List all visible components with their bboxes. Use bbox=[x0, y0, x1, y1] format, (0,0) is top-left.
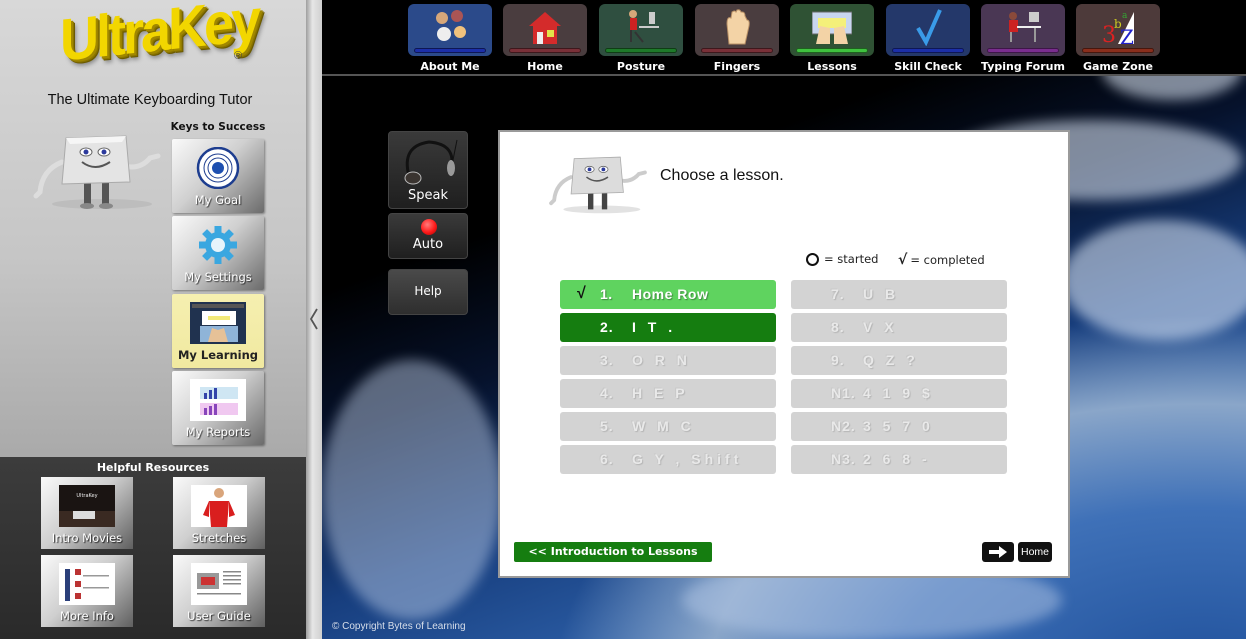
lesson-8[interactable]: 8. V X bbox=[791, 313, 1007, 342]
mascot-key-icon bbox=[33, 135, 161, 209]
info-thumbnail bbox=[59, 563, 115, 605]
logo-text: UltraKey bbox=[60, 0, 259, 75]
copyright-text: © Copyright Bytes of Learning bbox=[332, 621, 466, 632]
learning-thumbnail bbox=[190, 302, 246, 344]
my-goal-button[interactable]: My Goal bbox=[172, 139, 264, 213]
speak-label: Speak bbox=[408, 188, 448, 203]
user-guide-label: User Guide bbox=[187, 609, 251, 623]
my-settings-button[interactable]: My Settings bbox=[172, 216, 264, 290]
nav-lessons[interactable]: Lessons bbox=[790, 4, 874, 76]
introduction-to-lessons-button[interactable]: << Introduction to Lessons bbox=[514, 542, 712, 562]
reports-thumbnail bbox=[190, 379, 246, 421]
lesson-n2[interactable]: N2. 3 5 7 0 bbox=[791, 412, 1007, 441]
forum-icon bbox=[1009, 12, 1041, 42]
stretches-button[interactable]: Stretches bbox=[173, 477, 265, 549]
nav-game-zone[interactable]: 3 b Z a Game Zone bbox=[1076, 4, 1160, 76]
lesson-5[interactable]: 5. W M C bbox=[560, 412, 776, 441]
nav-typing-forum-label: Typing Forum bbox=[981, 60, 1065, 73]
lesson-n1[interactable]: N1. 4 1 9 $ bbox=[791, 379, 1007, 408]
my-learning-label: My Learning bbox=[177, 348, 259, 362]
helpful-resources-title: Helpful Resources bbox=[96, 461, 210, 474]
speak-button[interactable]: Speak bbox=[388, 131, 468, 209]
help-label: Help bbox=[414, 284, 442, 298]
sidebar-collapse-handle[interactable] bbox=[306, 0, 322, 639]
svg-text:UltraKey: UltraKey bbox=[76, 493, 97, 499]
lesson-2[interactable]: 2. I T . bbox=[560, 313, 776, 342]
my-learning-button[interactable]: My Learning bbox=[172, 294, 264, 368]
nav-home[interactable]: Home bbox=[503, 4, 587, 76]
guide-thumbnail bbox=[191, 563, 247, 605]
completed-check-icon: √ bbox=[577, 285, 586, 302]
auto-button[interactable]: Auto bbox=[388, 213, 468, 259]
tagline: The Ultimate Keyboarding Tutor bbox=[47, 92, 253, 108]
my-goal-label: My Goal bbox=[194, 193, 242, 207]
nav-posture[interactable]: Posture bbox=[599, 4, 683, 76]
my-reports-label: My Reports bbox=[185, 425, 251, 439]
intro-movies-label: Intro Movies bbox=[51, 531, 123, 545]
nav-typing-forum[interactable]: Typing Forum bbox=[981, 4, 1065, 76]
lesson-n3[interactable]: N3. 2 6 8 - bbox=[791, 445, 1007, 474]
nav-skill-check[interactable]: Skill Check bbox=[886, 4, 970, 76]
people-icon bbox=[436, 10, 466, 41]
main-stage: About Me Home Posture Fingers Lessons Sk… bbox=[322, 0, 1246, 639]
svg-text:a: a bbox=[1122, 11, 1128, 21]
nav-about-me[interactable]: About Me bbox=[408, 4, 492, 76]
nav-fingers[interactable]: Fingers bbox=[695, 4, 779, 76]
my-reports-button[interactable]: My Reports bbox=[172, 371, 264, 445]
auto-indicator-icon bbox=[421, 219, 437, 235]
house-icon bbox=[529, 12, 561, 44]
started-circle-icon bbox=[806, 252, 819, 266]
help-button[interactable]: Help bbox=[388, 269, 468, 315]
completed-check-icon: √ bbox=[898, 252, 908, 268]
movie-thumbnail: UltraKey bbox=[59, 485, 115, 527]
svg-text:Z: Z bbox=[1120, 25, 1134, 46]
legend-completed: √ = completed bbox=[898, 252, 985, 268]
choose-lesson-prompt: Choose a lesson. bbox=[660, 167, 784, 184]
target-icon bbox=[196, 147, 240, 189]
stretches-label: Stretches bbox=[191, 531, 247, 545]
nav-skill-check-label: Skill Check bbox=[894, 60, 962, 73]
sidebar: UltraKey ® The Ultimate Keyboarding Tuto… bbox=[0, 0, 306, 639]
home-button[interactable]: Home bbox=[1018, 542, 1052, 562]
lesson-9[interactable]: 9. Q Z ? bbox=[791, 346, 1007, 375]
keys-to-success-title: Keys to Success bbox=[170, 121, 266, 133]
lesson-6[interactable]: 6. G Y , Shift bbox=[560, 445, 776, 474]
nav-about-me-label: About Me bbox=[420, 60, 480, 73]
chevron-left-icon bbox=[309, 308, 318, 330]
registered-mark: ® bbox=[234, 50, 243, 62]
nav-lessons-label: Lessons bbox=[807, 60, 857, 73]
nav-home-label: Home bbox=[527, 60, 563, 73]
next-arrow-button[interactable] bbox=[982, 542, 1014, 562]
nav-fingers-label: Fingers bbox=[713, 60, 761, 73]
legend-completed-text: = completed bbox=[910, 253, 985, 267]
mascot-key-icon bbox=[549, 156, 647, 214]
intro-movies-button[interactable]: UltraKey Intro Movies bbox=[41, 477, 133, 549]
lesson-7[interactable]: 7. U B bbox=[791, 280, 1007, 309]
keyboard-hands-icon bbox=[812, 11, 852, 44]
headset-icon bbox=[404, 139, 458, 185]
more-info-button[interactable]: More Info bbox=[41, 555, 133, 627]
hand-icon bbox=[726, 9, 750, 45]
ultrakey-logo: UltraKey ® bbox=[58, 0, 258, 88]
more-info-label: More Info bbox=[60, 609, 114, 623]
lesson-3[interactable]: 3. O R N bbox=[560, 346, 776, 375]
gear-icon bbox=[199, 226, 237, 264]
my-settings-label: My Settings bbox=[184, 270, 252, 284]
lesson-panel: Choose a lesson. = started √ = completed… bbox=[498, 130, 1070, 578]
nav-game-zone-label: Game Zone bbox=[1082, 60, 1154, 73]
stretches-thumbnail bbox=[191, 485, 247, 527]
legend-started: = started bbox=[806, 252, 878, 266]
checkmark-icon bbox=[916, 9, 942, 46]
abc-icon: 3 b Z a bbox=[1102, 11, 1134, 46]
lesson-1[interactable]: √ 1. Home Row bbox=[560, 280, 776, 309]
nav-posture-label: Posture bbox=[616, 60, 666, 73]
helpful-resources-section: Helpful Resources UltraKey Intro Movies … bbox=[0, 457, 306, 639]
auto-label: Auto bbox=[412, 237, 444, 252]
user-guide-button[interactable]: User Guide bbox=[173, 555, 265, 627]
posture-icon bbox=[629, 10, 659, 43]
legend-started-text: = started bbox=[824, 252, 879, 266]
arrow-right-icon bbox=[989, 546, 1007, 558]
lesson-4[interactable]: 4. H E P bbox=[560, 379, 776, 408]
